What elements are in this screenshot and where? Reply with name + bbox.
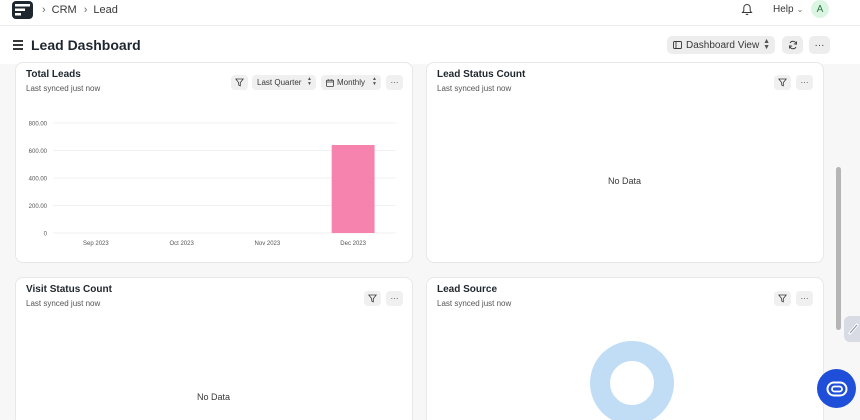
lead-source-donut-chart [590, 341, 674, 420]
scrollbar[interactable] [836, 167, 841, 330]
sidebar-layout-icon [673, 41, 682, 49]
time-range-select[interactable]: Last Quarter ▲ ▼ [252, 75, 316, 90]
filter-icon [778, 294, 787, 303]
chat-support-button[interactable] [817, 369, 856, 408]
more-options-button[interactable]: ··· [796, 75, 813, 90]
lead-status-count-card: Lead Status Count Last synced just now ·… [426, 62, 824, 263]
bell-icon[interactable] [741, 3, 753, 21]
interval-value: Monthly [337, 78, 366, 87]
filter-icon [368, 294, 377, 303]
y-tick-label: 400.00 [29, 177, 48, 183]
filter-icon [778, 78, 787, 87]
lead-source-card: Lead Source Last synced just now ··· [426, 277, 824, 420]
total-leads-chart: 0 200.00 400.00 600.00 800.00 Sep 2023 Oct 202… [29, 122, 396, 247]
card-subtitle: Last synced just now [26, 84, 101, 93]
visit-status-count-card: Visit Status Count Last synced just now … [15, 277, 413, 420]
empty-state-text: No Data [608, 176, 642, 186]
page-header: Lead Dashboard Dashboard View ▲ ▼ ··· [0, 26, 860, 64]
dashboard-view-label: Dashboard View [686, 39, 760, 51]
help-menu[interactable]: Help ⌄ [773, 4, 803, 15]
refresh-button[interactable] [782, 36, 803, 54]
y-tick-label: 200.00 [29, 204, 48, 210]
x-tick-label: Oct 2023 [169, 241, 194, 247]
donut-slice [590, 341, 674, 420]
more-options-button[interactable]: ··· [386, 291, 403, 306]
filter-button[interactable] [231, 75, 248, 90]
card-subtitle: Last synced just now [437, 299, 512, 308]
more-options-button[interactable]: ··· [809, 36, 830, 54]
top-navbar: › CRM › Lead Help ⌄ A [0, 0, 860, 26]
dashboard-view-select[interactable]: Dashboard View ▲ ▼ [667, 36, 775, 54]
filter-button[interactable] [774, 291, 791, 306]
refresh-icon [788, 40, 797, 50]
more-options-button[interactable]: ··· [796, 291, 813, 306]
total-leads-card: Total Leads Last synced just now Last Qu… [15, 62, 413, 263]
x-tick-label: Sep 2023 [83, 241, 109, 247]
bar [331, 145, 375, 233]
y-tick-label: 600.00 [29, 149, 48, 155]
updown-icon: ▲ ▼ [372, 76, 377, 87]
x-tick-label: Nov 2023 [255, 241, 281, 247]
card-title: Lead Source [437, 284, 498, 295]
filter-button[interactable] [364, 291, 381, 306]
avatar[interactable]: A [811, 0, 829, 18]
filter-button[interactable] [774, 75, 791, 90]
chat-icon [826, 381, 847, 396]
y-tick-label: 800.00 [29, 122, 48, 128]
time-range-value: Last Quarter [257, 78, 302, 87]
help-label: Help [773, 4, 794, 15]
card-subtitle: Last synced just now [437, 84, 512, 93]
updown-icon: ▲ ▼ [307, 76, 312, 87]
plugin-icon [848, 323, 859, 335]
interval-select[interactable]: Monthly ▲ ▼ [321, 75, 381, 90]
chevron-down-icon: ⌄ [796, 5, 804, 14]
app-logo[interactable] [12, 1, 33, 19]
filter-icon [235, 78, 244, 87]
calendar-icon [326, 78, 334, 87]
page-title: Lead Dashboard [31, 37, 141, 53]
more-options-button[interactable]: ··· [386, 75, 403, 90]
card-title: Lead Status Count [437, 69, 526, 80]
breadcrumb-crm[interactable]: CRM [52, 4, 77, 16]
updown-icon: ▲ ▼ [763, 38, 770, 51]
card-subtitle: Last synced just now [26, 299, 101, 308]
x-tick-label: Dec 2023 [340, 241, 366, 247]
card-title: Visit Status Count [26, 284, 112, 295]
empty-state-text: No Data [197, 392, 231, 402]
chevron-right-icon: › [42, 4, 46, 16]
y-tick-label: 0 [44, 232, 48, 238]
breadcrumb-lead[interactable]: Lead [93, 4, 117, 16]
menu-icon[interactable] [13, 40, 23, 52]
card-title: Total Leads [26, 69, 81, 80]
breadcrumb: › CRM › Lead [42, 4, 125, 16]
chevron-right-icon: › [83, 4, 88, 16]
side-widget-tab[interactable] [844, 316, 860, 342]
